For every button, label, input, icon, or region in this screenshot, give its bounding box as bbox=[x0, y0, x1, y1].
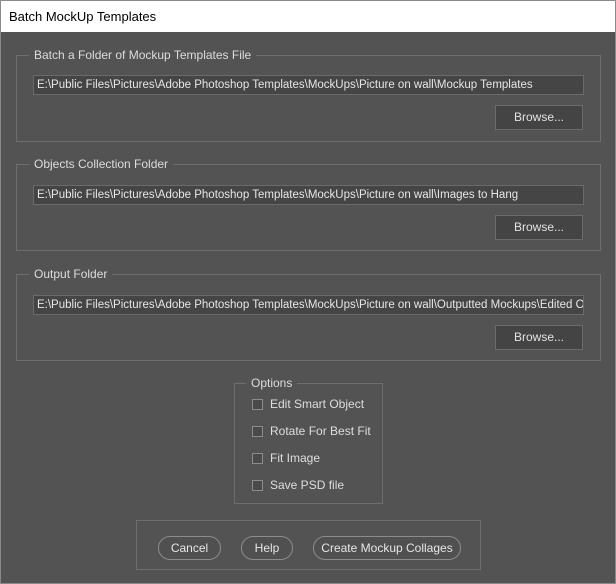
save-psd-label: Save PSD file bbox=[270, 478, 345, 492]
help-button[interactable]: Help bbox=[241, 536, 293, 560]
options-panel: Options Edit Smart Object Rotate For Bes… bbox=[234, 375, 383, 504]
action-button-group: Cancel Help Create Mockup Collages bbox=[136, 520, 481, 570]
templates-folder-label: Batch a Folder of Mockup Templates File bbox=[29, 47, 257, 63]
rotate-best-fit-checkbox[interactable] bbox=[252, 425, 263, 437]
templates-folder-panel: Batch a Folder of Mockup Templates File … bbox=[16, 47, 601, 142]
edit-smart-object-label: Edit Smart Object bbox=[270, 397, 365, 411]
fit-image-label: Fit Image bbox=[270, 451, 321, 465]
edit-smart-object-option[interactable]: Edit Smart Object bbox=[252, 396, 364, 412]
fit-image-option[interactable]: Fit Image bbox=[252, 450, 320, 466]
batch-mockup-dialog: Batch MockUp Templates Batch a Folder of… bbox=[0, 0, 616, 584]
rotate-best-fit-option[interactable]: Rotate For Best Fit bbox=[252, 423, 371, 439]
objects-browse-button[interactable]: Browse... bbox=[495, 215, 583, 240]
save-psd-checkbox[interactable] bbox=[252, 479, 263, 491]
save-psd-option[interactable]: Save PSD file bbox=[252, 477, 344, 493]
objects-folder-path-input[interactable]: E:\Public Files\Pictures\Adobe Photoshop… bbox=[33, 185, 584, 205]
templates-folder-path-input[interactable]: E:\Public Files\Pictures\Adobe Photoshop… bbox=[33, 75, 584, 95]
rotate-best-fit-label: Rotate For Best Fit bbox=[270, 424, 371, 438]
create-mockup-collages-button[interactable]: Create Mockup Collages bbox=[313, 536, 461, 560]
output-browse-button[interactable]: Browse... bbox=[495, 325, 583, 350]
fit-image-checkbox[interactable] bbox=[252, 452, 263, 464]
dialog-title: Batch MockUp Templates bbox=[1, 1, 615, 32]
edit-smart-object-checkbox[interactable] bbox=[252, 398, 263, 410]
output-folder-panel: Output Folder E:\Public Files\Pictures\A… bbox=[16, 266, 601, 361]
objects-folder-panel: Objects Collection Folder E:\Public File… bbox=[16, 156, 601, 251]
templates-browse-button[interactable]: Browse... bbox=[495, 105, 583, 130]
cancel-button[interactable]: Cancel bbox=[158, 536, 221, 560]
options-label: Options bbox=[246, 375, 298, 391]
output-folder-path-input[interactable]: E:\Public Files\Pictures\Adobe Photoshop… bbox=[33, 295, 584, 315]
objects-folder-label: Objects Collection Folder bbox=[29, 156, 174, 172]
output-folder-label: Output Folder bbox=[29, 266, 113, 282]
